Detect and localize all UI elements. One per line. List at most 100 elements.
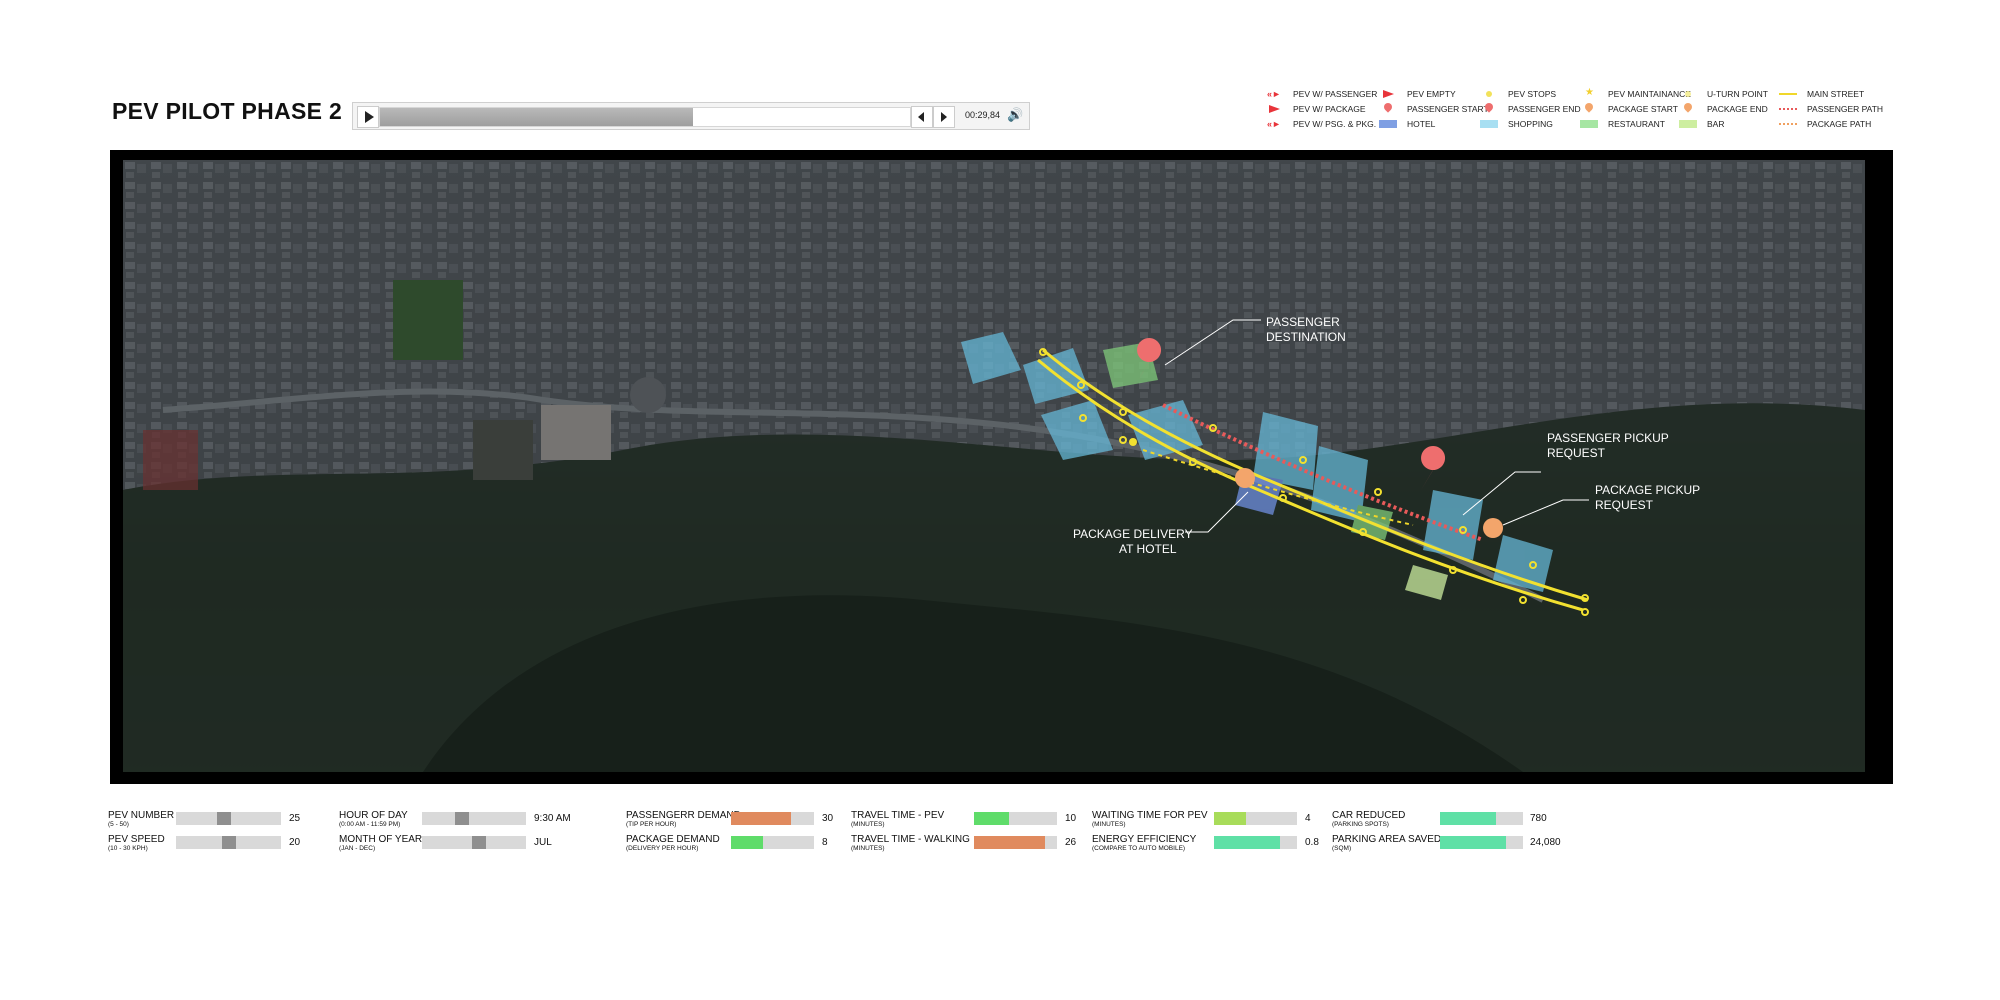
- control-label: CAR REDUCED (PARKING SPOTS): [1332, 810, 1406, 829]
- pin-icon: [1580, 101, 1598, 114]
- control-label: MONTH OF YEAR (JAN - DEC): [339, 834, 423, 853]
- legend-item: «► PEV W/ PASSENGER: [1265, 89, 1377, 99]
- slider-thumb[interactable]: [455, 812, 470, 825]
- step-forward-button[interactable]: [933, 106, 955, 128]
- control-value: 9:30 AM: [534, 813, 571, 824]
- flag-arrows-icon: «►: [1267, 119, 1281, 129]
- dotted-line-icon: [1779, 108, 1797, 110]
- control-value: 25: [289, 813, 301, 824]
- control-value: 30: [822, 813, 834, 824]
- legend-item: PASSENGER START: [1379, 101, 1489, 114]
- slider-thumb[interactable]: [471, 836, 486, 849]
- legend-label: PEV W/ PACKAGE: [1293, 104, 1366, 114]
- legend-item: HOTEL: [1379, 119, 1435, 129]
- control-label: HOUR OF DAY (0:00 AM - 11:59 PM): [339, 810, 408, 829]
- legend-item: PEV EMPTY: [1379, 89, 1456, 99]
- pin-icon: [1379, 101, 1397, 114]
- legend-label: RESTAURANT: [1608, 119, 1665, 129]
- control-value: 780: [1530, 813, 1547, 824]
- swatch-icon: [1480, 120, 1498, 128]
- legend-item: RESTAURANT: [1580, 119, 1665, 129]
- annotation-package-pickup-1: PACKAGE PICKUP: [1595, 483, 1700, 497]
- dot-icon: [1480, 89, 1498, 99]
- control-label: PEV NUMBER (5 - 50): [108, 810, 175, 829]
- parameter-slider[interactable]: [422, 812, 526, 825]
- legend-label: HOTEL: [1407, 119, 1436, 129]
- legend-label: PASSENGER START: [1407, 104, 1489, 114]
- control-label: TRAVEL TIME - WALKING (MINUTES): [851, 834, 970, 853]
- legend-label: PEV W/ PSG. & PKG.: [1293, 119, 1377, 129]
- metric-fill: [731, 812, 791, 825]
- metric-bar: [1440, 836, 1523, 849]
- swatch-icon: [1379, 120, 1397, 128]
- metric-fill: [974, 812, 1009, 825]
- legend-item: PACKAGE PATH: [1779, 119, 1871, 129]
- control-label: ENERGY EFFICIENCY (COMPARE TO AUTO MOBILE…: [1092, 834, 1197, 853]
- dotted-line-icon: [1779, 123, 1797, 125]
- legend-label: PEV W/ PASSENGER: [1293, 89, 1378, 99]
- control-label: PACKAGE DEMAND (DELIVERY PER HOUR): [626, 834, 720, 853]
- control-value: 0.8: [1305, 837, 1319, 848]
- metric-fill: [1440, 836, 1507, 849]
- timeline-scrubber[interactable]: [379, 107, 911, 127]
- play-icon[interactable]: [357, 106, 379, 128]
- metric-bar: [1440, 812, 1523, 825]
- animation-player: 00:29,84 🔊: [352, 102, 1030, 130]
- control-value: 8: [822, 837, 828, 848]
- flag-icon: [1379, 89, 1397, 99]
- pin-icon: [1480, 101, 1498, 114]
- playback-time: 00:29,84: [965, 110, 1001, 120]
- metric-bar: [1214, 812, 1297, 825]
- speaker-icon[interactable]: 🔊: [1007, 107, 1023, 123]
- metric-fill: [1214, 836, 1281, 849]
- control-label: WAITING TIME FOR PEV (MINUTES): [1092, 810, 1208, 829]
- control-label: PASSENGERR DEMAND (TIP PER HOUR): [626, 810, 741, 829]
- legend-label: PACKAGE END: [1707, 104, 1768, 114]
- control-value: 20: [289, 837, 301, 848]
- flag-icon: [1265, 104, 1283, 114]
- annotation-package-delivery-2: AT HOTEL: [1119, 542, 1177, 556]
- control-value: JUL: [534, 837, 552, 848]
- map-frame: PASSENGER DESTINATION PASSENGER PICKUP R…: [110, 150, 1893, 784]
- legend-item: SHOPPING: [1480, 119, 1553, 129]
- metric-fill: [1214, 812, 1246, 825]
- control-value: 24,080: [1530, 837, 1561, 848]
- control-value: 4: [1305, 813, 1311, 824]
- metric-fill: [974, 836, 1045, 849]
- control-label: PEV SPEED (10 - 30 KPH): [108, 834, 165, 853]
- aerial-map[interactable]: PASSENGER DESTINATION PASSENGER PICKUP R…: [123, 160, 1865, 772]
- annotation-passenger-pickup-1: PASSENGER PICKUP: [1547, 431, 1669, 445]
- legend-label: PASSENGER END: [1508, 104, 1581, 114]
- legend-item: PASSENGER END: [1480, 101, 1581, 114]
- control-label: TRAVEL TIME - PEV (MINUTES): [851, 810, 945, 829]
- annotation-passenger-destination-2: DESTINATION: [1266, 330, 1346, 344]
- metric-bar: [731, 836, 814, 849]
- legend-item: PEV W/ PACKAGE: [1265, 104, 1366, 114]
- annotation-package-delivery-1: PACKAGE DELIVERY: [1073, 527, 1193, 541]
- metric-fill: [731, 836, 763, 849]
- legend-item: MAIN STREET: [1779, 89, 1864, 99]
- annotation-passenger-pickup-2: REQUEST: [1547, 446, 1606, 460]
- parameter-slider[interactable]: [176, 836, 281, 849]
- page-title: PEV PILOT PHASE 2: [112, 98, 343, 124]
- slider-thumb[interactable]: [221, 836, 236, 849]
- legend-item: ★ PEV MAINTAINANCE: [1580, 87, 1691, 99]
- metric-bar: [974, 836, 1057, 849]
- metric-bar: [1214, 836, 1297, 849]
- legend-label: PACKAGE START: [1608, 104, 1678, 114]
- parameter-slider[interactable]: [422, 836, 526, 849]
- parameter-slider[interactable]: [176, 812, 281, 825]
- legend-item: PACKAGE END: [1679, 101, 1768, 114]
- step-back-button[interactable]: [911, 106, 933, 128]
- swatch-icon: [1580, 120, 1598, 128]
- flag-arrows-icon: «►: [1267, 89, 1281, 99]
- legend-item: PASSENGER PATH: [1779, 104, 1883, 114]
- legend-label: PACKAGE PATH: [1807, 119, 1872, 129]
- slider-thumb[interactable]: [216, 812, 231, 825]
- legend-item: PEV STOPS: [1480, 89, 1556, 99]
- legend-label: PEV STOPS: [1508, 89, 1557, 99]
- control-value: 10: [1065, 813, 1077, 824]
- legend-item: U-TURN POINT: [1679, 89, 1768, 99]
- swatch-icon: [1679, 120, 1697, 128]
- legend-label: MAIN STREET: [1807, 89, 1865, 99]
